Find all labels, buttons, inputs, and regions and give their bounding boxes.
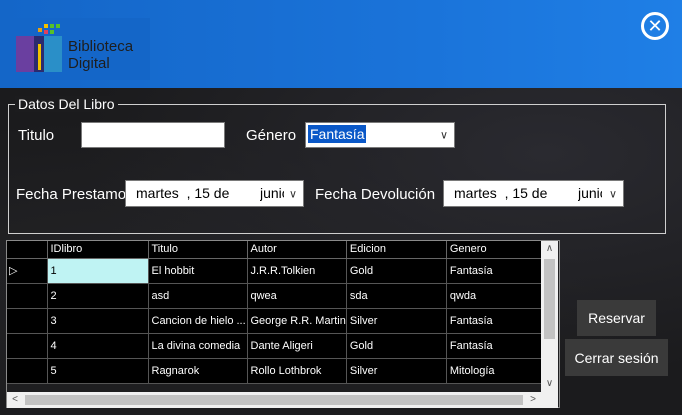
- horizontal-scroll-thumb[interactable]: [25, 395, 523, 405]
- logo-text: Biblioteca Digital: [68, 38, 133, 72]
- close-icon: ✕: [647, 16, 663, 36]
- table-cell[interactable]: 4: [47, 333, 149, 359]
- titulo-input[interactable]: [81, 122, 225, 148]
- reservar-button[interactable]: Reservar: [577, 300, 656, 336]
- table-cell[interactable]: asd: [148, 283, 248, 309]
- table-cell[interactable]: El hobbit: [148, 258, 248, 284]
- logo-line2: Digital: [68, 55, 110, 72]
- genero-selected-value: Fantasía: [308, 125, 367, 143]
- table-cell[interactable]: George R.R. Martin: [247, 308, 347, 334]
- book-logo-icon: [16, 24, 62, 72]
- column-header[interactable]: IDlibro: [47, 241, 149, 259]
- table-cell[interactable]: Gold: [346, 258, 447, 284]
- fecha-devolucion-month: junio: [578, 185, 602, 201]
- row-header[interactable]: [7, 283, 48, 309]
- row-header[interactable]: [7, 358, 48, 384]
- column-header[interactable]: Genero: [446, 241, 544, 259]
- table-cell[interactable]: Ragnarok: [148, 358, 248, 384]
- column-header-corner: [7, 241, 48, 259]
- scrollbar-corner: [541, 392, 558, 408]
- column-header[interactable]: Autor: [247, 241, 347, 259]
- table-header-row: IDlibro Titulo Autor Edicion Genero: [7, 241, 544, 259]
- table-cell[interactable]: 2: [47, 283, 149, 309]
- books-grid[interactable]: IDlibro Titulo Autor Edicion Genero ▷ 1 …: [6, 240, 560, 408]
- fecha-prestamo-value: martes , 15 de: [136, 185, 230, 201]
- table-row[interactable]: 4 La divina comedia Dante Aligeri Gold F…: [7, 333, 544, 359]
- table-cell[interactable]: Cancion de hielo ...: [148, 308, 248, 334]
- chevron-down-icon: ∨: [608, 188, 617, 200]
- app-logo: Biblioteca Digital: [10, 18, 150, 80]
- table-cell[interactable]: Dante Aligeri: [247, 333, 347, 359]
- table-cell[interactable]: J.R.R.Tolkien: [247, 258, 347, 284]
- vertical-scroll-thumb[interactable]: [544, 259, 555, 339]
- row-header[interactable]: [7, 308, 48, 334]
- table-cell[interactable]: Rollo Lothbrok: [247, 358, 347, 384]
- row-header[interactable]: [7, 333, 48, 359]
- logo-line1: Biblioteca: [68, 38, 134, 55]
- table-cell[interactable]: Mitología: [446, 358, 544, 384]
- table-cell[interactable]: Gold: [346, 333, 447, 359]
- table-cell[interactable]: Fantasía: [446, 258, 544, 284]
- scroll-right-icon[interactable]: >: [525, 392, 541, 408]
- genero-label: Género: [246, 127, 297, 144]
- table-cell[interactable]: Silver: [346, 358, 447, 384]
- table-cell[interactable]: 5: [47, 358, 149, 384]
- fecha-devolucion-label: Fecha Devolución: [315, 186, 436, 203]
- scroll-up-icon[interactable]: ∧: [541, 241, 558, 257]
- fecha-prestamo-picker[interactable]: martes , 15 de junio ∨: [125, 180, 304, 207]
- table-row[interactable]: 2 asd qwea sda qwda: [7, 283, 544, 309]
- table-row[interactable]: ▷ 1 El hobbit J.R.R.Tolkien Gold Fantasí…: [7, 258, 544, 284]
- books-table: IDlibro Titulo Autor Edicion Genero ▷ 1 …: [7, 241, 544, 384]
- fecha-prestamo-month: junio: [260, 185, 284, 201]
- table-cell[interactable]: sda: [346, 283, 447, 309]
- header-bar: Biblioteca Digital ✕: [0, 0, 682, 88]
- table-cell[interactable]: 3: [47, 308, 149, 334]
- genero-select[interactable]: Fantasía ∨: [305, 122, 455, 148]
- column-header[interactable]: Titulo: [148, 241, 248, 259]
- column-header[interactable]: Edicion: [346, 241, 447, 259]
- table-cell[interactable]: qwda: [446, 283, 544, 309]
- cerrar-sesion-button[interactable]: Cerrar sesión: [565, 339, 668, 376]
- fecha-devolucion-value: martes , 15 de: [454, 185, 548, 201]
- titulo-label: Titulo: [18, 127, 55, 144]
- horizontal-scrollbar[interactable]: < >: [7, 392, 541, 408]
- table-cell[interactable]: La divina comedia: [148, 333, 248, 359]
- table-cell[interactable]: 1: [47, 258, 149, 284]
- scroll-down-icon[interactable]: ∨: [541, 376, 558, 392]
- close-button[interactable]: ✕: [641, 12, 669, 40]
- table-cell[interactable]: Silver: [346, 308, 447, 334]
- table-row[interactable]: 3 Cancion de hielo ... George R.R. Marti…: [7, 308, 544, 334]
- chevron-down-icon: ∨: [288, 188, 297, 200]
- group-title: Datos Del Libro: [15, 96, 118, 112]
- table-cell[interactable]: qwea: [247, 283, 347, 309]
- table-cell[interactable]: Fantasía: [446, 308, 544, 334]
- table-cell[interactable]: Fantasía: [446, 333, 544, 359]
- scroll-left-icon[interactable]: <: [7, 392, 23, 408]
- row-selected-marker[interactable]: ▷: [7, 258, 48, 284]
- vertical-scrollbar[interactable]: ∧ ∨: [541, 241, 558, 392]
- fecha-devolucion-picker[interactable]: martes , 15 de junio ∨: [443, 180, 624, 207]
- table-row[interactable]: 5 Ragnarok Rollo Lothbrok Silver Mitolog…: [7, 358, 544, 384]
- fecha-prestamo-label: Fecha Prestamo: [16, 186, 127, 203]
- chevron-down-icon: ∨: [439, 129, 448, 142]
